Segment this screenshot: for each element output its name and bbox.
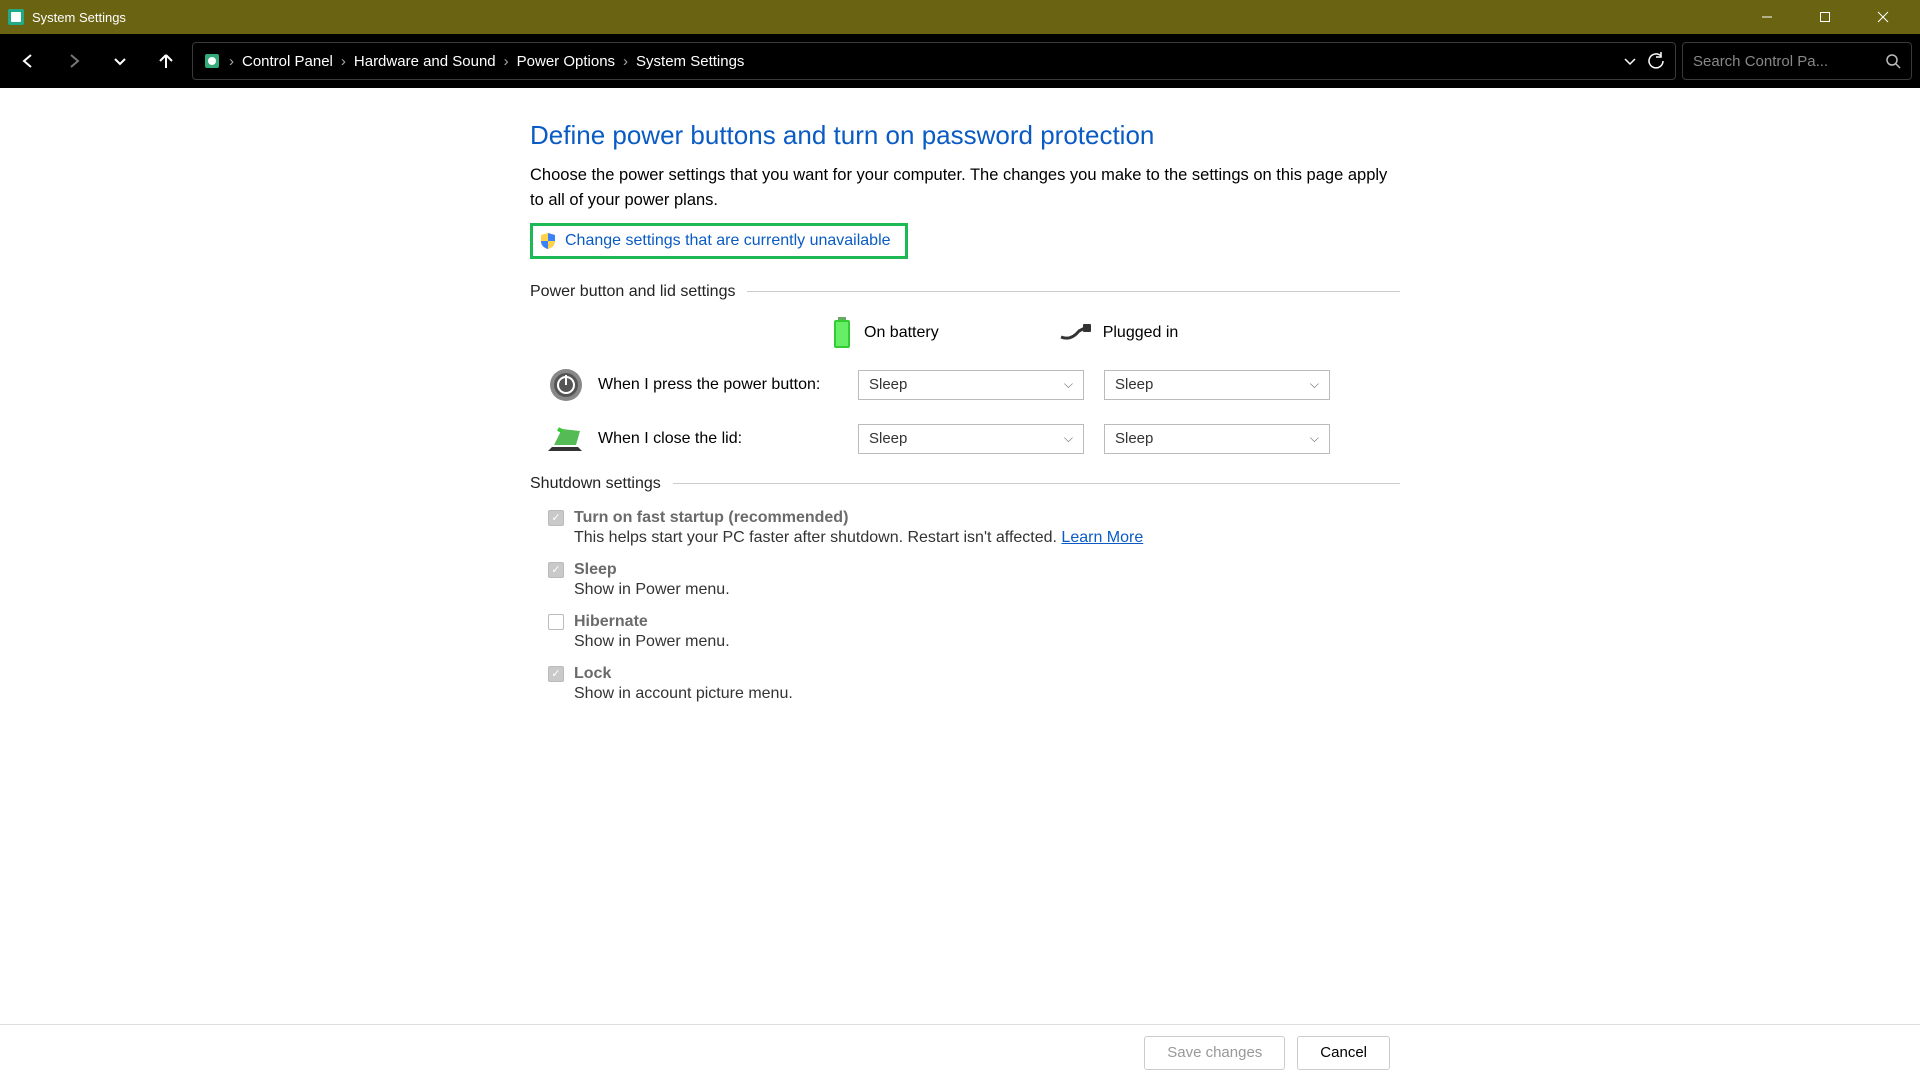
navbar: › Control Panel › Hardware and Sound › P… (0, 34, 1920, 88)
learn-more-link[interactable]: Learn More (1061, 529, 1143, 546)
chevron-right-icon: › (504, 53, 509, 70)
search-input[interactable]: Search Control Pa... (1682, 42, 1912, 80)
minimize-button[interactable] (1738, 0, 1796, 34)
cancel-button[interactable]: Cancel (1297, 1036, 1390, 1070)
chevron-right-icon: › (341, 53, 346, 70)
shutdown-sleep: Sleep Show in Power menu. (548, 561, 1400, 599)
shield-icon (539, 232, 557, 250)
recent-button[interactable] (100, 41, 140, 81)
lid-icon (548, 421, 584, 457)
select-lid-battery[interactable]: Sleep⌵ (858, 424, 1084, 454)
chevron-down-icon: ⌵ (1310, 377, 1319, 392)
shutdown-lock: Lock Show in account picture menu. (548, 665, 1400, 703)
column-on-battery: On battery (830, 317, 939, 349)
row-power-button: When I press the power button: Sleep⌵ Sl… (530, 367, 1400, 403)
back-button[interactable] (8, 41, 48, 81)
app-icon (8, 9, 24, 25)
up-button[interactable] (146, 41, 186, 81)
checkbox-hibernate[interactable] (548, 614, 564, 630)
change-settings-link[interactable]: Change settings that are currently unava… (530, 223, 908, 259)
row-close-lid: When I close the lid: Sleep⌵ Sleep⌵ (530, 421, 1400, 457)
breadcrumb-item[interactable]: Hardware and Sound (354, 53, 496, 70)
select-lid-plugged[interactable]: Sleep⌵ (1104, 424, 1330, 454)
search-icon (1885, 53, 1901, 69)
maximize-button[interactable] (1796, 0, 1854, 34)
plug-icon (1059, 323, 1093, 343)
search-placeholder: Search Control Pa... (1693, 53, 1885, 70)
battery-icon (830, 317, 854, 349)
address-bar[interactable]: › Control Panel › Hardware and Sound › P… (192, 42, 1676, 80)
breadcrumb-item[interactable]: System Settings (636, 53, 744, 70)
breadcrumb-item[interactable]: Control Panel (242, 53, 333, 70)
page-description: Choose the power settings that you want … (530, 163, 1400, 213)
window-title: System Settings (32, 10, 1738, 25)
save-button[interactable]: Save changes (1144, 1036, 1285, 1070)
content-area: Define power buttons and turn on passwor… (0, 88, 1920, 1024)
section-shutdown: Shutdown settings (530, 475, 1400, 493)
close-button[interactable] (1854, 0, 1912, 34)
select-power-button-battery[interactable]: Sleep⌵ (858, 370, 1084, 400)
column-plugged-in: Plugged in (1059, 323, 1179, 343)
chevron-down-icon[interactable] (1623, 54, 1637, 68)
chevron-right-icon: › (623, 53, 628, 70)
chevron-down-icon: ⌵ (1064, 431, 1073, 446)
chevron-right-icon: › (229, 53, 234, 70)
control-panel-icon (203, 52, 221, 70)
row-label: When I press the power button: (598, 376, 858, 394)
row-label: When I close the lid: (598, 430, 858, 448)
power-button-icon (548, 367, 584, 403)
shutdown-fast-startup: Turn on fast startup (recommended) This … (548, 509, 1400, 547)
select-power-button-plugged[interactable]: Sleep⌵ (1104, 370, 1330, 400)
change-settings-label: Change settings that are currently unava… (565, 232, 891, 250)
page-heading: Define power buttons and turn on passwor… (530, 120, 1400, 151)
forward-button[interactable] (54, 41, 94, 81)
checkbox-fast-startup[interactable] (548, 510, 564, 526)
section-power-lid: Power button and lid settings (530, 283, 1400, 301)
footer: Save changes Cancel (0, 1024, 1920, 1080)
checkbox-lock[interactable] (548, 666, 564, 682)
breadcrumb-item[interactable]: Power Options (517, 53, 615, 70)
chevron-down-icon: ⌵ (1064, 377, 1073, 392)
refresh-icon[interactable] (1647, 52, 1665, 70)
checkbox-sleep[interactable] (548, 562, 564, 578)
titlebar: System Settings (0, 0, 1920, 34)
shutdown-hibernate: Hibernate Show in Power menu. (548, 613, 1400, 651)
chevron-down-icon: ⌵ (1310, 431, 1319, 446)
